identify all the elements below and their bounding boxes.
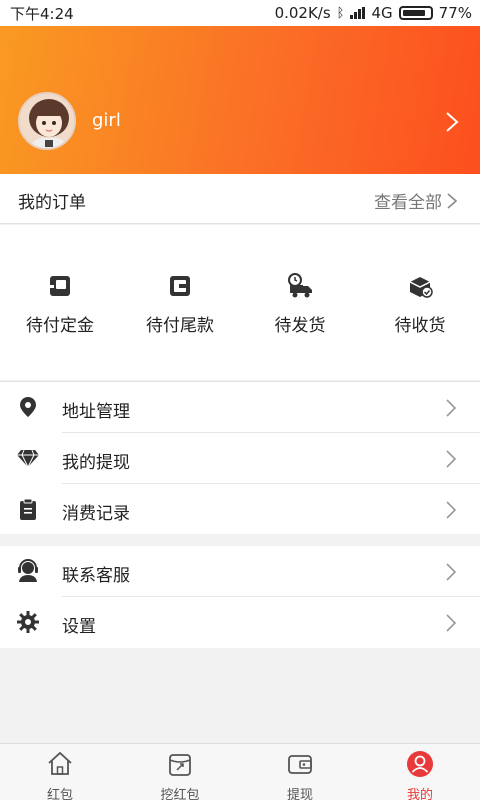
battery-percent: 77% xyxy=(438,4,472,22)
chevron-right-icon xyxy=(447,192,458,209)
tab-dig-hongbao[interactable]: 挖红包 xyxy=(135,750,225,800)
status-speed: 0.02K/s xyxy=(274,4,331,22)
order-item-label: 待收货 xyxy=(394,316,446,336)
tab-label: 提现 xyxy=(286,788,313,800)
menu-group-account: 地址管理 我的提现 消费记录 xyxy=(0,381,480,534)
tab-label: 我的 xyxy=(406,788,433,800)
menu-item-label: 消费记录 xyxy=(62,504,130,524)
clipboard-icon xyxy=(20,498,36,520)
order-item-label: 待发货 xyxy=(274,316,326,336)
menu-item-label: 设置 xyxy=(62,617,96,637)
order-pending-deposit[interactable]: 待付定金 xyxy=(10,273,110,336)
profile-header[interactable]: girl xyxy=(0,26,480,174)
menu-item-withdraw[interactable]: 我的提现 xyxy=(0,433,480,484)
orders-title: 我的订单 xyxy=(18,193,86,213)
tab-mine[interactable]: 我的 xyxy=(375,750,465,800)
bluetooth-icon: ᛒ xyxy=(336,5,345,21)
order-item-label: 待付定金 xyxy=(26,316,94,336)
status-bar: 下午4:24 0.02K/s ᛒ 4G 77% xyxy=(0,0,480,26)
chevron-right-icon xyxy=(446,563,457,581)
bag-icon xyxy=(169,754,191,776)
avatar[interactable] xyxy=(18,92,76,150)
tab-withdraw[interactable]: 提现 xyxy=(255,750,345,800)
network-type: 4G xyxy=(371,4,393,22)
delivery-truck-icon xyxy=(288,273,312,298)
battery-icon xyxy=(398,6,433,20)
signal-icon xyxy=(350,7,366,19)
user-icon xyxy=(407,751,433,777)
order-status-grid: 待付定金 待付尾款 待发货 待收货 xyxy=(0,225,480,380)
tab-hongbao[interactable]: 红包 xyxy=(15,750,105,800)
gear-icon xyxy=(17,611,39,633)
chevron-right-icon[interactable] xyxy=(441,110,463,134)
bottom-tab-bar: 红包 挖红包 提现 我的 xyxy=(0,743,480,800)
location-pin-icon xyxy=(20,397,36,417)
menu-item-address[interactable]: 地址管理 xyxy=(0,382,480,433)
package-check-icon xyxy=(409,277,433,298)
chevron-right-icon xyxy=(446,399,457,417)
wallet-icon xyxy=(50,276,70,296)
home-icon xyxy=(48,751,72,775)
chevron-right-icon xyxy=(446,614,457,632)
diamond-icon xyxy=(17,449,39,469)
view-all-label: 查看全部 xyxy=(374,193,442,213)
menu-group-support: 联系客服 设置 xyxy=(0,546,480,648)
orders-header-row: 我的订单 查看全部 xyxy=(0,174,480,224)
order-pending-shipment[interactable]: 待发货 xyxy=(250,273,350,336)
menu-item-spending-records[interactable]: 消费记录 xyxy=(0,484,480,535)
status-time: 下午4:24 xyxy=(10,4,74,23)
username[interactable]: girl xyxy=(92,110,121,131)
order-pending-receipt[interactable]: 待收货 xyxy=(370,273,470,336)
menu-item-label: 我的提现 xyxy=(62,453,130,473)
status-right: 0.02K/s ᛒ 4G 77% xyxy=(275,4,472,22)
tab-label: 红包 xyxy=(46,788,73,800)
order-pending-balance[interactable]: 待付尾款 xyxy=(130,273,230,336)
wallet-icon xyxy=(288,755,312,774)
menu-item-label: 联系客服 xyxy=(62,566,130,586)
chevron-right-icon xyxy=(446,450,457,468)
wallet-card-icon xyxy=(170,276,190,296)
tab-label: 挖红包 xyxy=(160,788,200,800)
chevron-right-icon xyxy=(446,501,457,519)
menu-item-label: 地址管理 xyxy=(62,402,130,422)
menu-item-settings[interactable]: 设置 xyxy=(0,597,480,648)
order-item-label: 待付尾款 xyxy=(146,316,214,336)
customer-service-icon xyxy=(18,559,38,582)
menu-item-customer-service[interactable]: 联系客服 xyxy=(0,546,480,597)
view-all-orders-link[interactable]: 查看全部 xyxy=(374,188,458,213)
